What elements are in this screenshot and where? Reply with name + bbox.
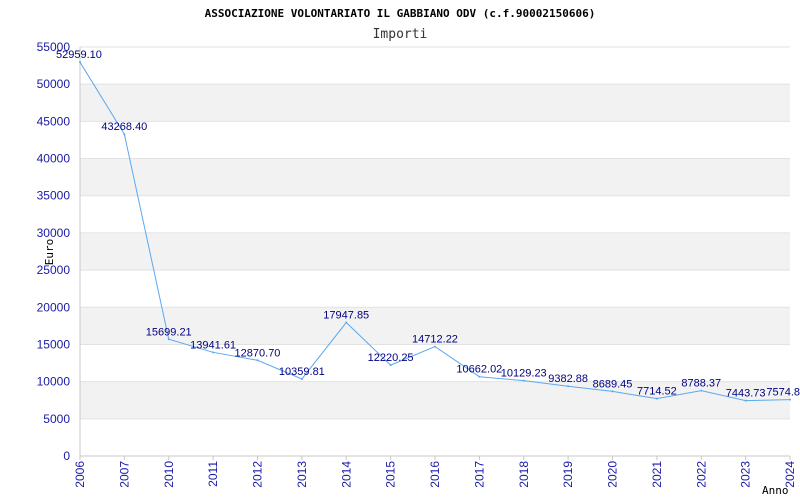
x-tick-label: 2020 (606, 461, 620, 488)
data-point (611, 390, 614, 393)
data-point (212, 351, 215, 354)
data-point (744, 399, 747, 402)
data-point (789, 398, 791, 401)
y-tick-label: 45000 (37, 114, 71, 128)
data-point (655, 397, 658, 400)
grid-band (80, 232, 790, 271)
data-point (300, 377, 303, 380)
data-label: 10359.81 (279, 366, 325, 378)
data-label: 10129.23 (501, 368, 547, 380)
chart-subtitle: Importi (373, 27, 428, 42)
data-point (700, 389, 703, 392)
data-point (434, 345, 436, 348)
grid-bands (80, 46, 790, 457)
data-label: 10662.02 (456, 364, 502, 376)
y-tick-label: 10000 (37, 375, 71, 389)
x-tick-label: 2012 (251, 461, 265, 488)
y-tick-label: 35000 (37, 189, 71, 203)
x-tick-label: 2021 (650, 461, 664, 488)
data-point (79, 61, 81, 64)
x-axis-ticks: 2006 2007 2010 2011 2012 2013 2014 2015 2016 2017… (73, 456, 797, 488)
data-point (167, 338, 170, 341)
x-tick-label: 2017 (472, 461, 486, 488)
x-tick-label: 2013 (295, 461, 309, 488)
y-tick-label: 30000 (37, 226, 71, 240)
data-label: 17947.85 (323, 310, 369, 322)
y-tick-label: 40000 (37, 152, 71, 166)
data-label: 12220.25 (368, 352, 414, 364)
y-tick-label: 5000 (43, 412, 70, 426)
data-label: 13941.61 (190, 339, 236, 351)
x-tick-label: 2023 (739, 461, 753, 488)
data-label: 43268.40 (101, 121, 147, 133)
data-label: 52959.10 (56, 49, 102, 61)
x-tick-label: 2010 (162, 461, 176, 488)
data-label: 7443.73 (726, 388, 766, 400)
data-point (478, 375, 481, 378)
data-label: 7714.52 (637, 386, 677, 398)
y-axis-label: Euro (43, 239, 56, 266)
data-label: 15699.21 (146, 326, 192, 338)
data-label: 8788.37 (681, 378, 721, 390)
y-tick-label: 50000 (37, 77, 71, 91)
data-label: 9382.88 (548, 373, 588, 385)
x-tick-label: 2006 (73, 461, 87, 488)
data-point (522, 379, 525, 382)
x-tick-label: 2022 (694, 461, 708, 488)
x-tick-label: 2015 (384, 461, 398, 488)
data-point (567, 385, 570, 388)
x-tick-label: 2016 (428, 461, 442, 488)
data-point (345, 321, 348, 324)
x-tick-label: 2011 (206, 461, 220, 487)
y-tick-label: 0 (63, 449, 70, 463)
data-point (256, 359, 259, 362)
x-tick-label: 2018 (517, 461, 531, 488)
x-tick-label: 2019 (561, 461, 575, 488)
y-tick-label: 20000 (37, 300, 71, 314)
data-label: 8689.45 (593, 378, 633, 390)
grid-band (80, 84, 790, 122)
data-label: 12870.70 (235, 347, 281, 359)
x-tick-label: 2014 (339, 461, 353, 488)
data-point (123, 133, 126, 136)
data-label: 7574.8 (766, 387, 800, 399)
y-tick-label: 15000 (37, 337, 71, 351)
grid-band (80, 158, 790, 196)
x-tick-label: 2007 (117, 461, 131, 488)
line-chart: ASSOCIAZIONE VOLONTARIATO IL GABBIANO OD… (37, 7, 800, 497)
data-label: 14712.22 (412, 334, 458, 346)
data-point (389, 364, 392, 367)
x-axis-label: Anno (762, 484, 789, 497)
chart-title: ASSOCIAZIONE VOLONTARIATO IL GABBIANO OD… (205, 7, 596, 20)
